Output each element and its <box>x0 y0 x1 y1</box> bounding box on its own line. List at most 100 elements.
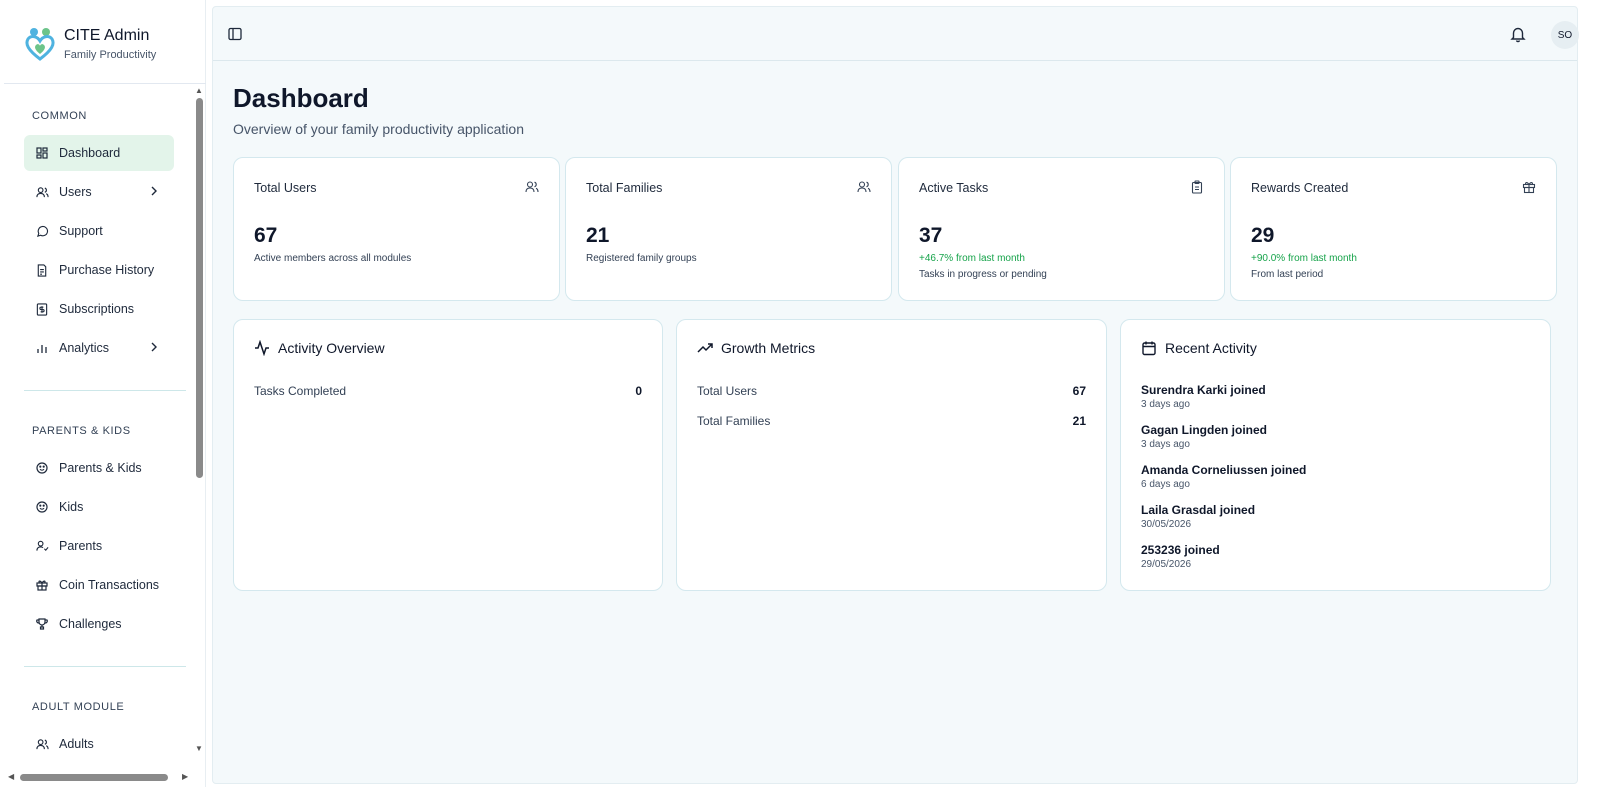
metric-label: Tasks Completed <box>254 384 347 398</box>
calendar-icon <box>1142 341 1156 356</box>
activity-name: Amanda Corneliussen joined <box>1141 463 1307 477</box>
sidebar-item-label: Support <box>59 224 103 238</box>
main-content: SO Dashboard Overview of your family pro… <box>212 6 1579 784</box>
scroll-right-arrow[interactable]: ▶ <box>182 772 188 781</box>
stat-title: Active Tasks <box>919 181 989 195</box>
sidebar: CITE Admin Family Productivity COMMON Da… <box>0 0 206 787</box>
brand-subtitle: Family Productivity <box>64 49 157 61</box>
stat-card-rewards-created: Rewards Created 29 +90.0% from last mont… <box>1230 157 1557 301</box>
stat-value: 29 <box>1251 224 1275 247</box>
user-icon <box>35 737 49 751</box>
stat-description: Tasks in progress or pending <box>919 269 1047 280</box>
metric-row: Total Families 21 <box>697 414 1086 430</box>
sidebar-nav[interactable]: COMMON Dashboard Users Support Purchase … <box>0 86 190 756</box>
smile-icon <box>35 500 49 514</box>
stat-description: From last period <box>1251 269 1324 280</box>
sidebar-item-challenges[interactable]: Challenges <box>24 606 174 642</box>
activity-item: Laila Grasdal joined 30/05/2026 <box>1141 503 1255 531</box>
panel-header: Growth Metrics <box>697 340 815 356</box>
sidebar-item-label: Dashboard <box>59 146 121 160</box>
users-icon <box>857 181 871 193</box>
divider <box>4 83 206 84</box>
stat-card-total-families: Total Families 21 Registered family grou… <box>565 157 892 301</box>
stat-description: Active members across all modules <box>254 253 412 264</box>
activity-time: 29/05/2026 <box>1141 559 1192 570</box>
panel-title: Recent Activity <box>1165 340 1257 356</box>
bell-icon[interactable] <box>1509 25 1527 43</box>
stat-title: Rewards Created <box>1251 181 1349 195</box>
stat-title: Total Users <box>254 181 317 195</box>
smile-icon <box>35 461 49 475</box>
activity-name: Laila Grasdal joined <box>1141 503 1256 517</box>
chevron-right-icon[interactable] <box>148 341 160 353</box>
activity-time: 6 days ago <box>1141 479 1190 490</box>
page-subtitle: Overview of your family productivity app… <box>233 121 525 137</box>
scroll-up-arrow[interactable]: ▲ <box>195 86 203 95</box>
chevron-right-icon[interactable] <box>148 185 160 197</box>
divider <box>24 390 186 391</box>
activity-name: 253236 joined <box>1141 543 1220 557</box>
stat-card-total-users: Total Users 67 Active members across all… <box>233 157 560 301</box>
metric-row: Total Users 67 <box>697 384 1086 400</box>
sidebar-item-dashboard[interactable]: Dashboard <box>24 135 174 171</box>
brand[interactable]: CITE Admin Family Productivity <box>24 26 156 62</box>
divider <box>24 666 186 667</box>
stat-description: Registered family groups <box>586 253 697 264</box>
stat-value: 67 <box>254 224 278 247</box>
logo-icon <box>25 28 55 61</box>
sidebar-item-subscriptions[interactable]: Subscriptions <box>24 291 174 327</box>
dollar-icon <box>35 302 49 316</box>
chat-icon <box>35 224 49 238</box>
scroll-down-arrow[interactable]: ▼ <box>195 744 203 753</box>
sidebar-item-label: Subscriptions <box>59 302 135 316</box>
sidebar-item-coin-transactions[interactable]: Coin Transactions <box>24 567 174 603</box>
trophy-icon <box>35 617 49 631</box>
sidebar-item-parents-kids[interactable]: Parents & Kids <box>24 450 174 486</box>
activity-time: 3 days ago <box>1141 439 1190 450</box>
activity-icon <box>255 340 269 356</box>
clipboard-icon <box>1191 180 1203 194</box>
top-bar: SO <box>213 7 1579 61</box>
metric-label: Total Families <box>697 414 771 428</box>
sidebar-item-label: Purchase History <box>59 263 155 277</box>
panel-header: Activity Overview <box>254 340 385 356</box>
sidebar-item-users[interactable]: Users <box>24 174 174 210</box>
user-check-icon <box>35 539 49 553</box>
metric-row: Tasks Completed 0 <box>254 384 642 400</box>
sidebar-item-label: Kids <box>59 500 84 514</box>
activity-time: 30/05/2026 <box>1141 519 1192 530</box>
activity-name: Gagan Lingden joined <box>1141 423 1267 437</box>
sidebar-item-support[interactable]: Support <box>24 213 174 249</box>
stat-trend: +46.7% from last month <box>919 253 1025 264</box>
stat-value: 37 <box>919 224 943 247</box>
sidebar-toggle-icon[interactable] <box>227 26 243 42</box>
metric-value: 67 <box>1072 384 1086 398</box>
trending-up-icon <box>697 343 713 353</box>
receipt-icon <box>35 263 49 277</box>
scroll-left-arrow[interactable]: ◀ <box>8 772 14 781</box>
bar-chart-icon <box>35 341 49 355</box>
page-title: Dashboard <box>233 83 369 113</box>
section-label-adult-module: ADULT MODULE <box>32 701 125 713</box>
stat-card-active-tasks: Active Tasks 37 +46.7% from last month T… <box>898 157 1225 301</box>
stat-trend: +90.0% from last month <box>1251 253 1357 264</box>
horizontal-scrollbar-thumb[interactable] <box>20 774 168 781</box>
activity-item: 253236 joined 29/05/2026 <box>1141 543 1220 571</box>
avatar[interactable]: SO <box>1551 21 1579 49</box>
sidebar-item-label: Adults <box>59 737 94 751</box>
sidebar-item-purchase-history[interactable]: Purchase History <box>24 252 174 288</box>
activity-item: Gagan Lingden joined 3 days ago <box>1141 423 1267 451</box>
sidebar-item-parents[interactable]: Parents <box>24 528 174 564</box>
sidebar-item-adults[interactable]: Adults <box>24 726 174 756</box>
panel-title: Growth Metrics <box>721 340 816 356</box>
vertical-scrollbar-thumb[interactable] <box>196 98 203 478</box>
section-label-parents-kids: PARENTS & KIDS <box>32 425 131 437</box>
activity-time: 3 days ago <box>1141 399 1190 410</box>
activity-name: Surendra Karki joined <box>1141 383 1266 397</box>
activity-item: Surendra Karki joined 3 days ago <box>1141 383 1266 411</box>
sidebar-item-analytics[interactable]: Analytics <box>24 330 174 366</box>
sidebar-item-kids[interactable]: Kids <box>24 489 174 525</box>
users-icon <box>35 185 49 199</box>
stat-value: 21 <box>586 224 610 247</box>
sidebar-item-label: Analytics <box>59 341 110 355</box>
